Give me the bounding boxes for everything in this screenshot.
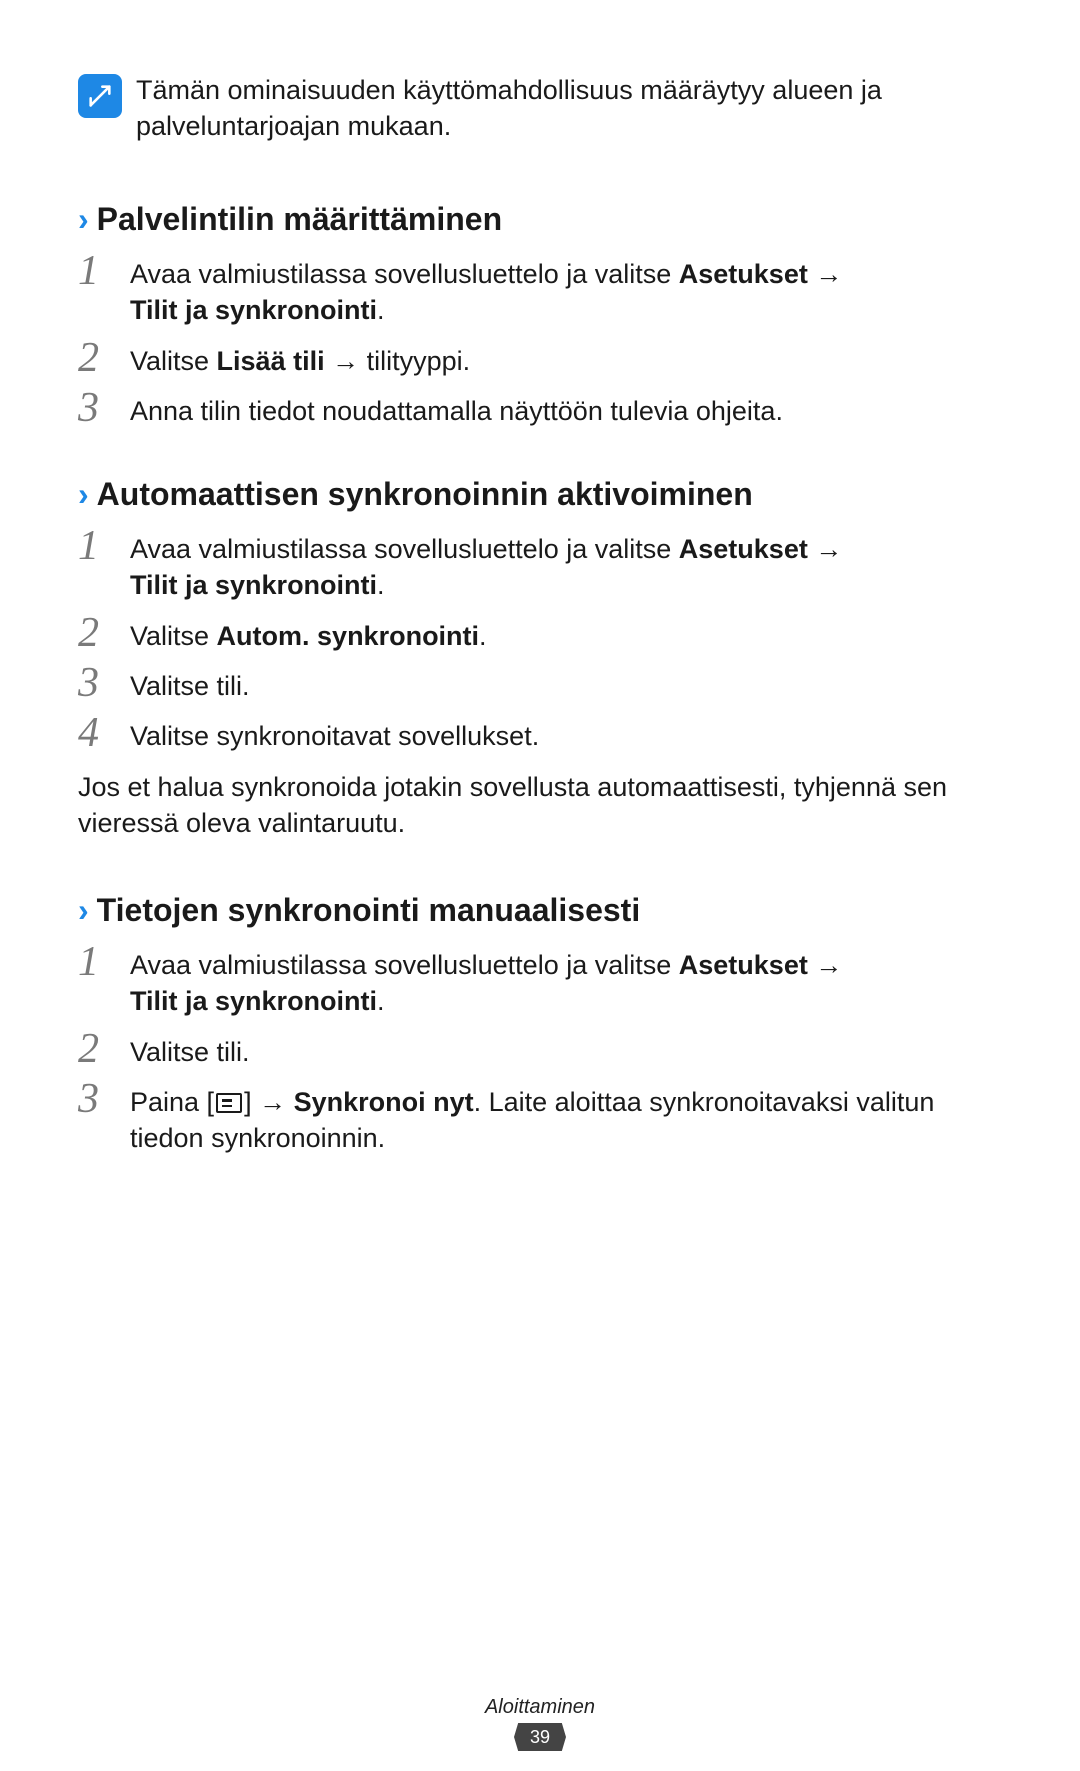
info-note: Tämän ominaisuuden käyttömahdollisuus mä… xyxy=(78,72,1002,145)
section-heading-server-account: › Palvelintilin määrittäminen xyxy=(78,201,1002,238)
step-item: 3 Valitse tili. xyxy=(78,664,1002,704)
step-number: 3 xyxy=(78,387,112,429)
step-number: 2 xyxy=(78,612,112,654)
step-number: 1 xyxy=(78,250,112,292)
step-list: 1 Avaa valmiustilassa sovellusluettelo j… xyxy=(78,527,1002,755)
menu-icon xyxy=(216,1093,242,1113)
step-item: 1 Avaa valmiustilassa sovellusluettelo j… xyxy=(78,943,1002,1020)
step-text: Anna tilin tiedot noudattamalla näyttöön… xyxy=(130,389,783,429)
step-text: Avaa valmiustilassa sovellusluettelo ja … xyxy=(130,527,842,604)
step-text: Avaa valmiustilassa sovellusluettelo ja … xyxy=(130,252,842,329)
step-number: 4 xyxy=(78,712,112,754)
step-number: 1 xyxy=(78,525,112,567)
step-list: 1 Avaa valmiustilassa sovellusluettelo j… xyxy=(78,943,1002,1157)
step-item: 3 Paina [] → Synkronoi nyt. Laite aloitt… xyxy=(78,1080,1002,1157)
step-item: 2 Valitse Autom. synkronointi. xyxy=(78,614,1002,654)
step-text: Valitse synkronoitavat sovellukset. xyxy=(130,714,539,754)
section-note: Jos et halua synkronoida jotakin sovellu… xyxy=(78,769,1002,842)
step-item: 4 Valitse synkronoitavat sovellukset. xyxy=(78,714,1002,754)
page-content: Tämän ominaisuuden käyttömahdollisuus mä… xyxy=(0,0,1080,1157)
note-icon xyxy=(78,74,122,118)
step-item: 2 Valitse tili. xyxy=(78,1030,1002,1070)
section-title: Palvelintilin määrittäminen xyxy=(97,201,502,238)
step-item: 1 Avaa valmiustilassa sovellusluettelo j… xyxy=(78,527,1002,604)
chevron-icon: › xyxy=(78,201,89,238)
page-number: 39 xyxy=(514,1723,566,1751)
step-text: Valitse Lisää tili → tilityyppi. xyxy=(130,339,470,379)
section-title: Tietojen synkronointi manuaalisesti xyxy=(97,892,641,929)
step-number: 1 xyxy=(78,941,112,983)
step-number: 2 xyxy=(78,1028,112,1070)
section-heading-manual-sync: › Tietojen synkronointi manuaalisesti xyxy=(78,892,1002,929)
step-text: Valitse tili. xyxy=(130,1030,250,1070)
step-number: 3 xyxy=(78,1078,112,1120)
step-number: 2 xyxy=(78,337,112,379)
chevron-icon: › xyxy=(78,892,89,929)
step-text: Valitse tili. xyxy=(130,664,250,704)
section-title: Automaattisen synkronoinnin aktivoiminen xyxy=(97,476,753,513)
step-item: 3 Anna tilin tiedot noudattamalla näyttö… xyxy=(78,389,1002,429)
step-list: 1 Avaa valmiustilassa sovellusluettelo j… xyxy=(78,252,1002,430)
step-item: 1 Avaa valmiustilassa sovellusluettelo j… xyxy=(78,252,1002,329)
step-text: Avaa valmiustilassa sovellusluettelo ja … xyxy=(130,943,842,1020)
chevron-icon: › xyxy=(78,476,89,513)
step-number: 3 xyxy=(78,662,112,704)
footer-section-name: Aloittaminen xyxy=(0,1696,1080,1719)
step-text: Valitse Autom. synkronointi. xyxy=(130,614,487,654)
section-heading-auto-sync: › Automaattisen synkronoinnin aktivoimin… xyxy=(78,476,1002,513)
note-text: Tämän ominaisuuden käyttömahdollisuus mä… xyxy=(136,72,1002,145)
step-text: Paina [] → Synkronoi nyt. Laite aloittaa… xyxy=(130,1080,1002,1157)
step-item: 2 Valitse Lisää tili → tilityyppi. xyxy=(78,339,1002,379)
